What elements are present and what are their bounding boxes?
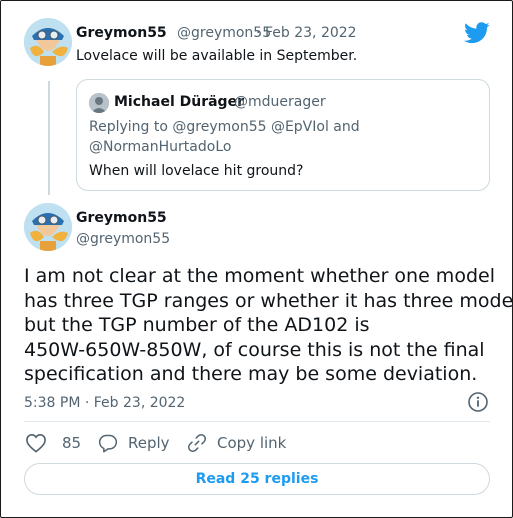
main-tweet-line: but the TGP number of the AD102 is (24, 314, 370, 336)
avatar[interactable] (24, 18, 72, 66)
replying-to-line-1: Replying to @greymon55 @EpVIol and (89, 119, 360, 135)
main-tweet-text: I am not clear at the moment whether one… (24, 264, 513, 387)
quoted-tweet-text: When will lovelace hit ground? (89, 163, 304, 179)
link-icon (187, 433, 207, 453)
main-tweet-line: I am not clear at the moment whether one… (24, 265, 495, 287)
replying-to-line-2: @NormanHurtadoLo (89, 139, 232, 155)
avatar-icon (24, 203, 72, 251)
main-author-name[interactable]: Greymon55 (76, 210, 167, 226)
tweet-embed-card: Greymon55 @greymon55 · Feb 23, 2022 Love… (0, 0, 513, 518)
avatar-icon (24, 18, 72, 66)
reply-button[interactable]: Reply (98, 433, 170, 453)
like-button[interactable]: 85 (25, 433, 81, 453)
main-author-handle[interactable]: @greymon55 (76, 231, 170, 247)
reply-icon (98, 434, 118, 453)
main-tweet-line: specification and there may be some devi… (24, 363, 478, 385)
tweet-timestamp[interactable]: 5:38 PM · Feb 23, 2022 (24, 395, 185, 411)
avatar-icon (89, 93, 109, 113)
twitter-bird-icon[interactable] (464, 22, 490, 48)
read-replies-button[interactable]: Read 25 replies (24, 463, 490, 495)
author-name[interactable]: Greymon55 (76, 25, 167, 41)
heart-icon (26, 433, 46, 453)
divider (24, 421, 490, 422)
info-icon[interactable] (467, 391, 489, 417)
thread-connector (48, 81, 50, 195)
quoted-avatar[interactable] (89, 93, 109, 113)
tweet-date[interactable]: Feb 23, 2022 (265, 25, 357, 41)
main-tweet-line: has three TGP ranges or whether it has t… (24, 289, 513, 312)
quoted-tweet[interactable]: Michael Düräger @mdueragеr Replying to @… (76, 79, 490, 191)
copy-link-button[interactable]: Copy link (187, 433, 286, 453)
tweet-text: Lovelace will be available in September. (76, 48, 358, 64)
quoted-author-handle[interactable]: @mdueragеr (234, 94, 326, 110)
quoted-author-name[interactable]: Michael Düräger (114, 94, 244, 110)
copy-link-label: Copy link (217, 434, 287, 452)
main-tweet-line: 450W-650W-850W, of course this is not th… (24, 338, 485, 361)
reply-label: Reply (128, 434, 170, 452)
separator-dot: · (256, 25, 261, 41)
avatar[interactable] (24, 203, 72, 251)
like-count: 85 (62, 434, 82, 452)
